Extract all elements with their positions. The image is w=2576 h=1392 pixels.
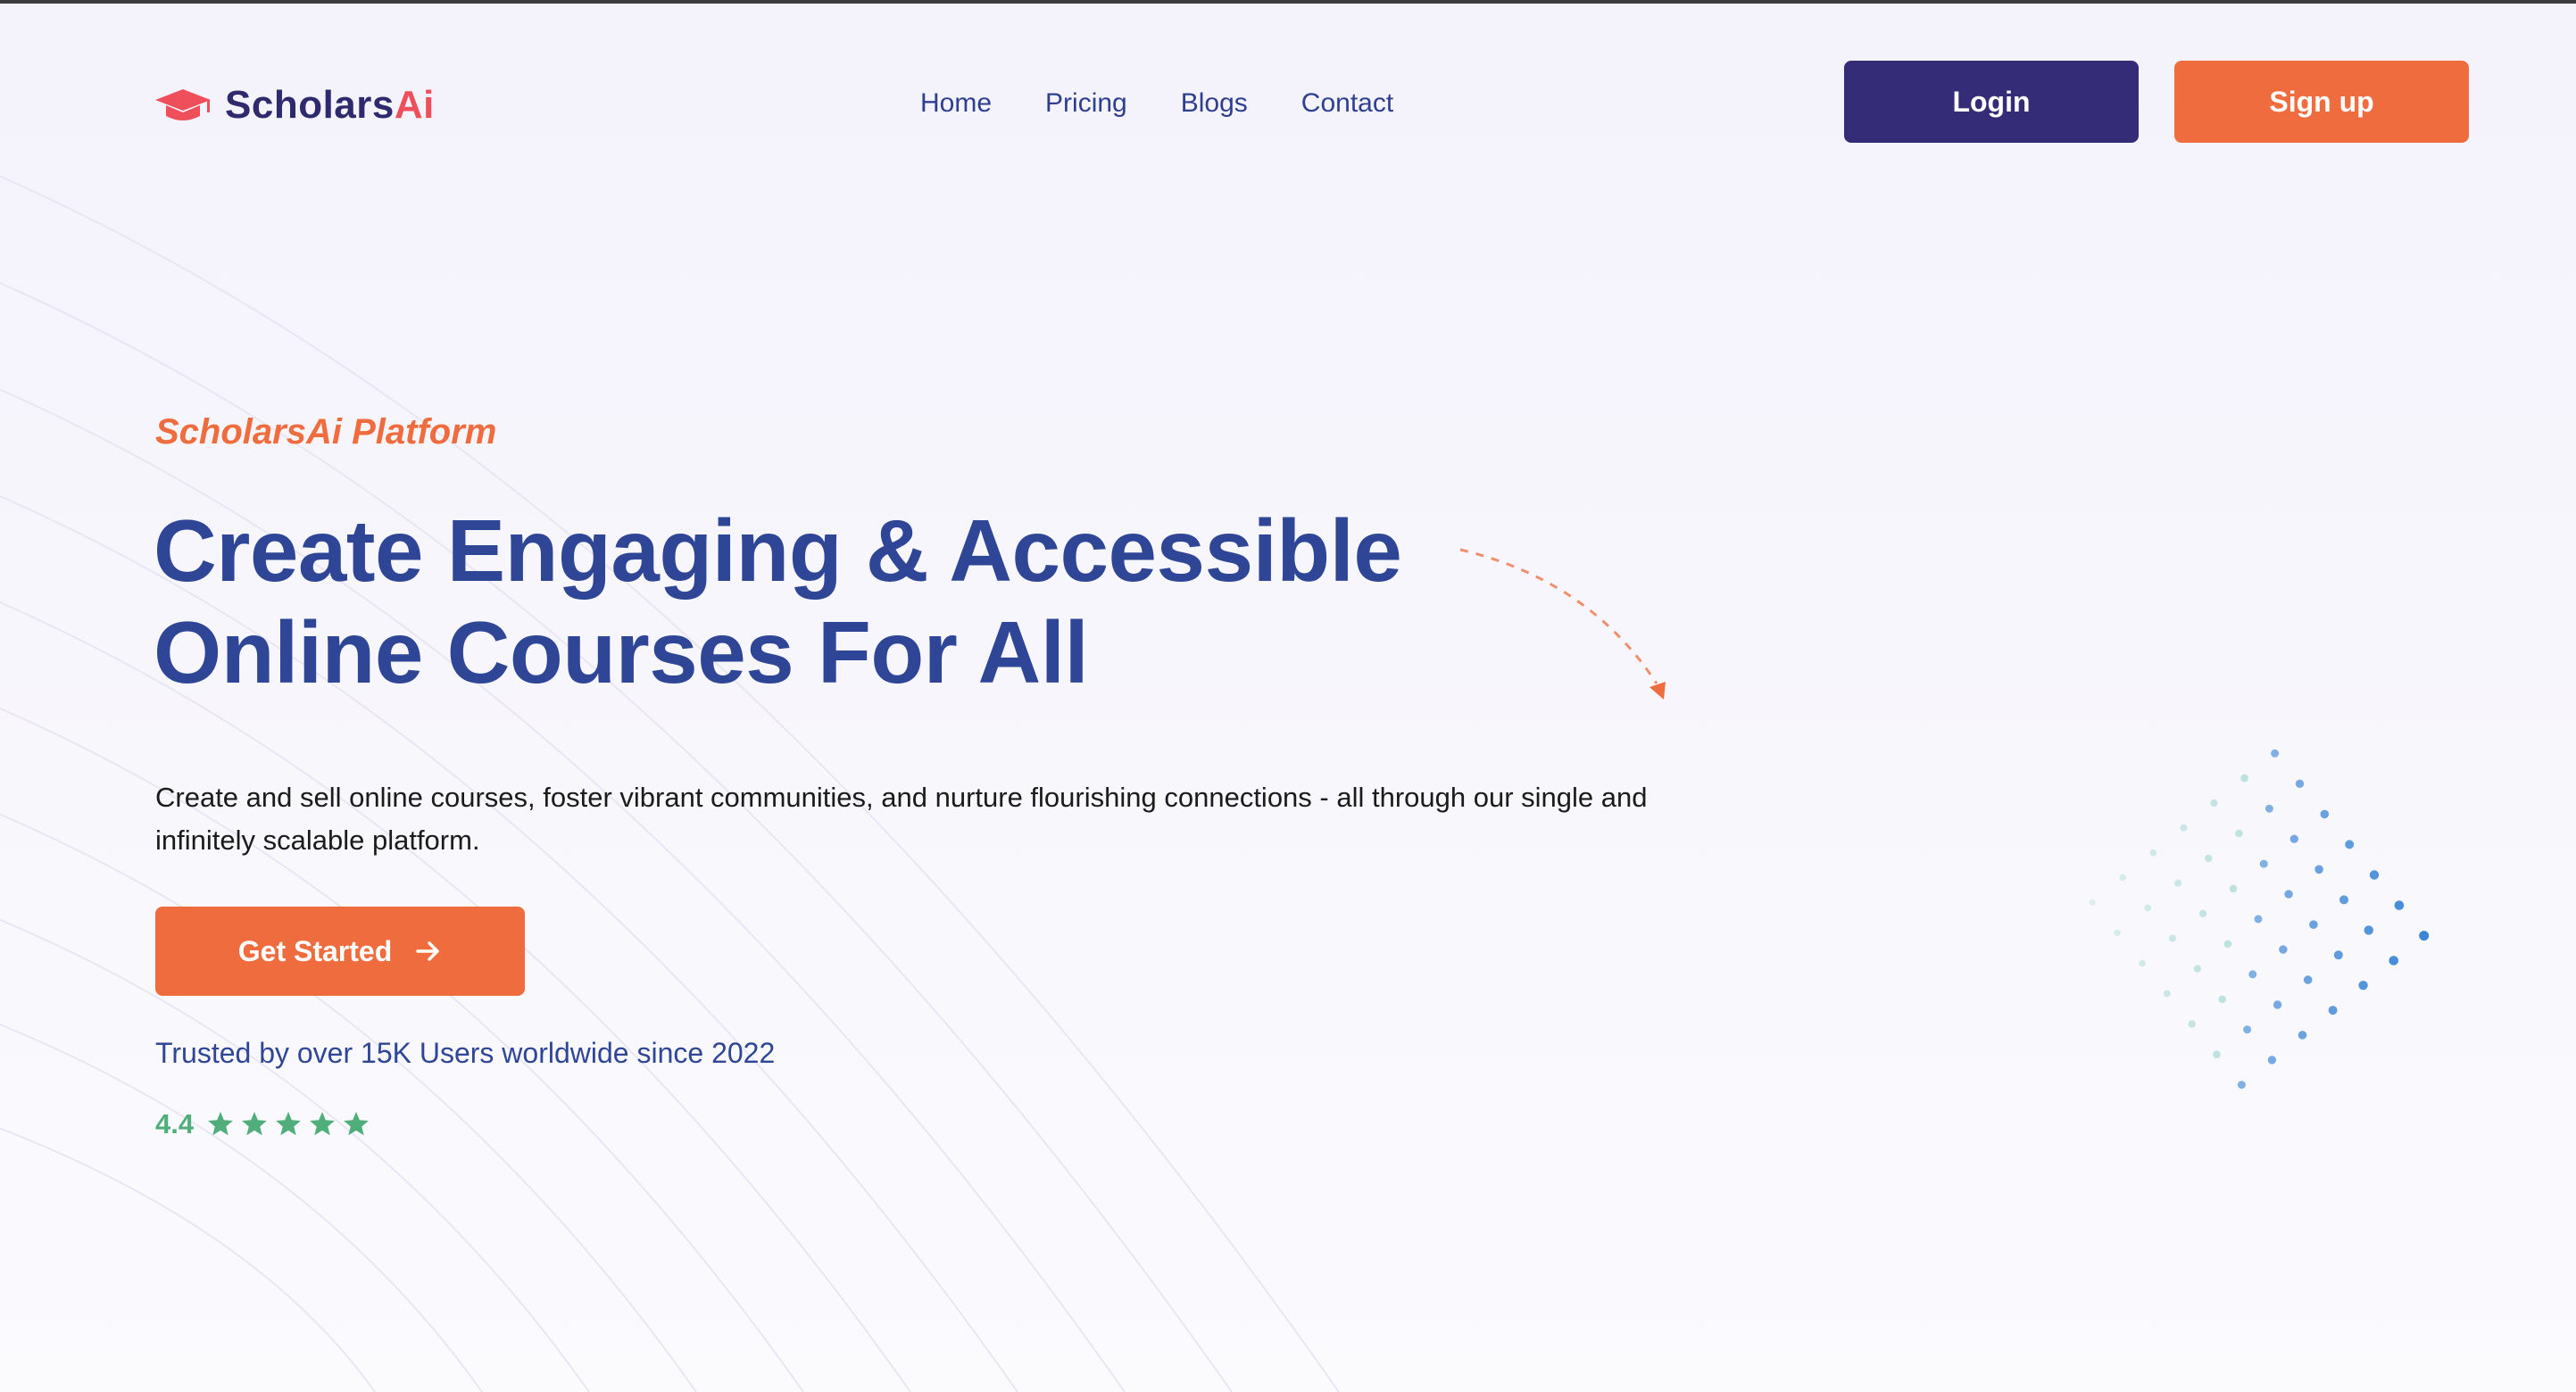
get-started-button[interactable]: Get Started [155,907,525,996]
decorative-dot [2264,804,2273,813]
decorative-dot [2345,840,2355,849]
decorative-dot [2289,834,2298,843]
decorative-dot [2119,874,2126,882]
decorative-dot [2198,909,2207,917]
nav-link-blogs[interactable]: Blogs [1181,88,1248,119]
decorative-dot [2237,1081,2246,1090]
decorative-dot [2213,1050,2221,1058]
decorative-dot [2218,995,2226,1004]
nav-link-pricing[interactable]: Pricing [1045,88,1127,119]
decorative-dot-grid [2089,749,2430,1090]
decorative-dot [2369,870,2380,880]
decorative-dot [2259,859,2268,868]
decorative-dot [2309,920,2318,929]
window-top-border [0,0,2576,4]
hero-eyebrow: ScholarsAi Platform [155,412,497,452]
decorative-dot [2303,975,2313,984]
arrow-right-icon [416,941,439,961]
decorative-dot [2394,900,2405,910]
login-button[interactable]: Login [1844,61,2139,143]
decorative-dot [2240,774,2248,783]
decorative-dot [2149,849,2157,857]
brand-name-accent: Ai [394,83,435,127]
star-icon [310,1112,335,1136]
decorative-dot [2144,904,2151,912]
decorative-dot [2273,1000,2282,1009]
decorative-dot [2089,899,2096,906]
decorative-dot [2205,854,2213,863]
decorative-dot [2235,829,2243,838]
graduation-cap-icon [155,89,211,120]
trust-statement: Trusted by over 15K Users worldwide sinc… [155,1037,776,1069]
decorative-dot [2271,749,2280,758]
hero-headline-line-1: Create Engaging & Accessible [154,501,1402,600]
decorative-dot [2229,884,2238,893]
rating-row: 4.4 [155,1106,370,1142]
decorative-dot [2254,915,2263,924]
decorative-dot [2169,934,2176,942]
decorative-dot [2188,1020,2196,1028]
decorative-dot [2389,956,2398,965]
decorative-dot [2267,1056,2277,1065]
decorative-dot [2243,1025,2252,1034]
star-icon [276,1112,301,1136]
get-started-label: Get Started [237,934,393,967]
decorative-dot [2163,990,2171,998]
decorative-curved-arrow-icon [1459,548,1666,700]
decorative-dot [2333,950,2343,960]
decorative-dot [2180,824,2188,832]
signup-button[interactable]: Sign up [2174,61,2469,143]
brand-logo[interactable]: Scholars Ai [154,80,435,130]
decorative-dot [2419,931,2430,941]
decorative-dot [2358,981,2368,990]
main-nav: Home Pricing Blogs Contact [920,84,1393,123]
decorative-dot [2298,1031,2307,1040]
hero-headline-line-2: Online Courses For All [154,603,1089,701]
hero-headline: Create Engaging & Accessible Online Cour… [154,500,1402,703]
decorative-dot [2248,970,2257,979]
hero-description: Create and sell online courses, foster v… [155,782,1648,856]
decorative-dot [2295,779,2305,788]
decorative-dot [2139,959,2146,967]
nav-link-contact[interactable]: Contact [1301,88,1393,119]
decorative-dot [2328,1006,2338,1015]
decorative-dot [2223,940,2232,949]
brand-name-primary: Scholars [225,83,395,127]
decorative-dot [2364,925,2373,935]
decorative-dot [2284,890,2293,899]
nav-link-home[interactable]: Home [920,88,992,119]
decorative-dot [2114,929,2121,937]
decorative-dot [2174,879,2182,887]
decorative-dot [2210,799,2218,808]
decorative-dot [2339,895,2348,905]
rating-value: 4.4 [155,1108,195,1139]
star-icon [242,1112,267,1136]
decorative-dot [2193,965,2202,973]
decorative-dot [2320,809,2330,819]
star-icon [344,1112,369,1136]
decorative-dot [2279,945,2288,954]
decorative-dot [2314,865,2323,874]
star-icon [208,1112,233,1136]
